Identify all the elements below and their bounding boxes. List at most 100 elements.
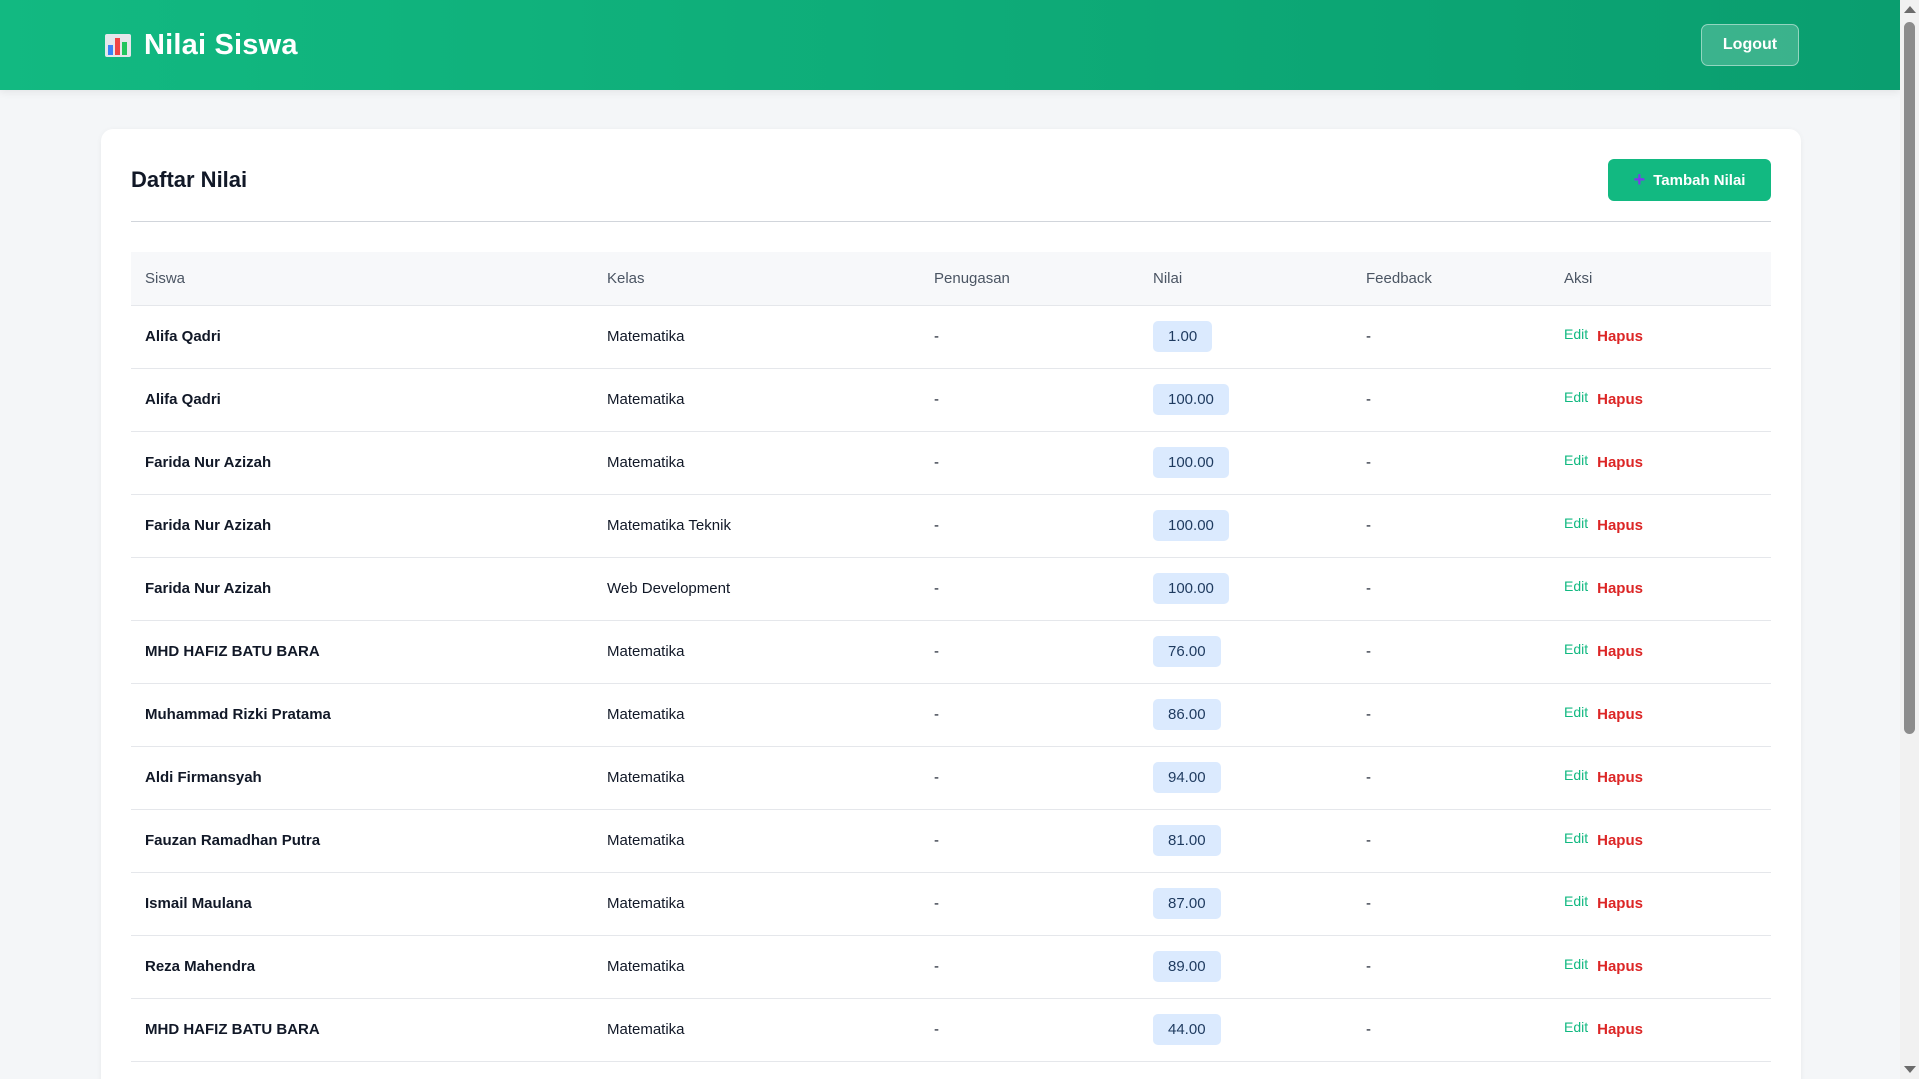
student-cell: Alifa Qadri	[145, 391, 221, 408]
actions-cell: Edit Hapus	[1550, 683, 1771, 746]
class-cell: Matematika	[607, 895, 685, 912]
student-cell: MHD HAFIZ BATU BARA	[145, 1021, 320, 1038]
feedback-cell: -	[1366, 706, 1371, 723]
student-cell: Alifa Qadri	[145, 328, 221, 345]
edit-link[interactable]: Edit	[1564, 641, 1588, 657]
table-row: Muhammad Rizki Pratama Matematika - 86.00 - E…	[131, 683, 1771, 746]
edit-link[interactable]: Edit	[1564, 956, 1588, 972]
delete-link[interactable]: Hapus	[1597, 1021, 1643, 1038]
student-cell: Farida Nur Azizah	[145, 580, 272, 597]
assignment-cell: -	[934, 769, 939, 786]
class-cell: Matematika	[607, 391, 685, 408]
student-cell: Muhammad Rizki Pratama	[145, 706, 331, 723]
assignment-cell: -	[934, 895, 939, 912]
assignment-cell: -	[934, 958, 939, 975]
table-row: Farida Nur Azizah Matematika Teknik - 100.0…	[131, 494, 1771, 557]
delete-link[interactable]: Hapus	[1597, 517, 1643, 534]
score-badge: 44.00	[1153, 1014, 1221, 1045]
column-header-class[interactable]: Kelas	[593, 252, 920, 305]
table-row: Ismail Maulana Matematika - 87.00 - Edit Hapus	[131, 872, 1771, 935]
assignment-cell: -	[934, 580, 939, 597]
edit-link[interactable]: Edit	[1564, 578, 1588, 594]
score-badge: 94.00	[1153, 762, 1221, 793]
table-body: Alifa Qadri Matematika -1.00- Edit Hapus Alif…	[131, 305, 1771, 1061]
edit-link[interactable]: Edit	[1564, 1019, 1588, 1035]
score-cell: 1.00	[1139, 305, 1352, 368]
student-cell: Fauzan Ramadhan Putra	[145, 832, 321, 849]
delete-link[interactable]: Hapus	[1597, 706, 1643, 723]
table-row: Farida Nur Azizah Web Development - 100.00 -…	[131, 557, 1771, 620]
score-cell: 81.00	[1139, 809, 1352, 872]
assignment-cell: -	[934, 454, 939, 471]
edit-link[interactable]: Edit	[1564, 389, 1588, 405]
column-header-feedback[interactable]: Feedback	[1352, 252, 1550, 305]
score-badge: 87.00	[1153, 888, 1221, 919]
assignment-cell: -	[934, 517, 939, 534]
vertical-scrollbar[interactable]	[1900, 0, 1919, 1079]
table-row: MHD HAFIZ BATU BARA Matematika - 44.00 - Edit…	[131, 998, 1771, 1061]
class-cell: Web Development	[607, 580, 731, 597]
feedback-cell: -	[1366, 328, 1371, 345]
add-grade-button[interactable]: + Tambah Nilai	[1608, 159, 1771, 201]
table-row: Reza Mahendra Matematika - 89.00 - Edit Hapus	[131, 935, 1771, 998]
student-cell: Ismail Maulana	[145, 895, 252, 912]
score-cell: 100.00	[1139, 431, 1352, 494]
app-title: Nilai Siswa	[144, 28, 298, 61]
column-header-score[interactable]: Nilai	[1139, 252, 1352, 305]
scroll-down-arrow-icon[interactable]	[1904, 1066, 1916, 1073]
actions-cell: Edit Hapus	[1550, 620, 1771, 683]
class-cell: Matematika	[607, 643, 685, 660]
actions-cell: Edit Hapus	[1550, 935, 1771, 998]
table-row: Aldi Firmansyah Matematika - 94.00 - Edit Hapu…	[131, 746, 1771, 809]
scrollbar-thumb[interactable]	[1904, 22, 1915, 734]
score-cell: 87.00	[1139, 872, 1352, 935]
edit-link[interactable]: Edit	[1564, 893, 1588, 909]
table-row: Alifa Qadri Matematika - 1.00 - Edit Hapus	[131, 305, 1771, 368]
edit-link[interactable]: Edit	[1564, 452, 1588, 468]
table-row: Fauzan Ramadhan Putra Matematika - 81.00 - Ed…	[131, 809, 1771, 872]
assignment-cell: -	[934, 706, 939, 723]
feedback-cell: -	[1366, 958, 1371, 975]
delete-link[interactable]: Hapus	[1597, 769, 1643, 786]
student-cell: Aldi Firmansyah	[145, 769, 262, 786]
actions-cell: Edit Hapus	[1550, 809, 1771, 872]
delete-link[interactable]: Hapus	[1597, 643, 1643, 660]
delete-link[interactable]: Hapus	[1597, 958, 1643, 975]
assignment-cell: -	[934, 832, 939, 849]
edit-link[interactable]: Edit	[1564, 767, 1588, 783]
table-row: Farida Nur Azizah Matematika - 100.00 - Edit H…	[131, 431, 1771, 494]
class-cell: Matematika	[607, 769, 685, 786]
student-cell: Farida Nur Azizah	[145, 517, 272, 534]
edit-link[interactable]: Edit	[1564, 326, 1588, 342]
feedback-cell: -	[1366, 517, 1371, 534]
feedback-cell: -	[1366, 643, 1371, 660]
brand: Nilai Siswa	[104, 29, 298, 62]
student-cell: MHD HAFIZ BATU BARA	[145, 643, 320, 660]
delete-link[interactable]: Hapus	[1597, 328, 1643, 345]
column-header-student[interactable]: Siswa	[131, 252, 593, 305]
actions-cell: Edit Hapus	[1550, 431, 1771, 494]
delete-link[interactable]: Hapus	[1597, 391, 1643, 408]
delete-link[interactable]: Hapus	[1597, 580, 1643, 597]
logout-button[interactable]: Logout	[1701, 24, 1799, 66]
edit-link[interactable]: Edit	[1564, 830, 1588, 846]
delete-link[interactable]: Hapus	[1597, 454, 1643, 471]
bar-chart-icon	[105, 34, 131, 57]
scroll-up-arrow-icon[interactable]	[1904, 6, 1916, 13]
student-cell: Farida Nur Azizah	[145, 454, 272, 471]
feedback-cell: -	[1366, 1021, 1371, 1038]
score-badge: 81.00	[1153, 825, 1221, 856]
class-cell: Matematika	[607, 454, 685, 471]
class-cell: Matematika	[607, 1021, 685, 1038]
assignment-cell: -	[934, 1021, 939, 1038]
column-header-assignment[interactable]: Penugasan	[920, 252, 1139, 305]
edit-link[interactable]: Edit	[1564, 515, 1588, 531]
edit-link[interactable]: Edit	[1564, 704, 1588, 720]
table-row: MHD HAFIZ BATU BARA Matematika - 76.00 - Edit…	[131, 620, 1771, 683]
table-header-row: Siswa Kelas Penugasan Nilai Feedback Aks…	[131, 252, 1771, 305]
delete-link[interactable]: Hapus	[1597, 832, 1643, 849]
top-navbar: Nilai Siswa Logout	[0, 0, 1900, 90]
student-cell: Reza Mahendra	[145, 958, 256, 975]
delete-link[interactable]: Hapus	[1597, 895, 1643, 912]
card-header: Daftar Nilai + Tambah Nilai	[131, 159, 1771, 201]
